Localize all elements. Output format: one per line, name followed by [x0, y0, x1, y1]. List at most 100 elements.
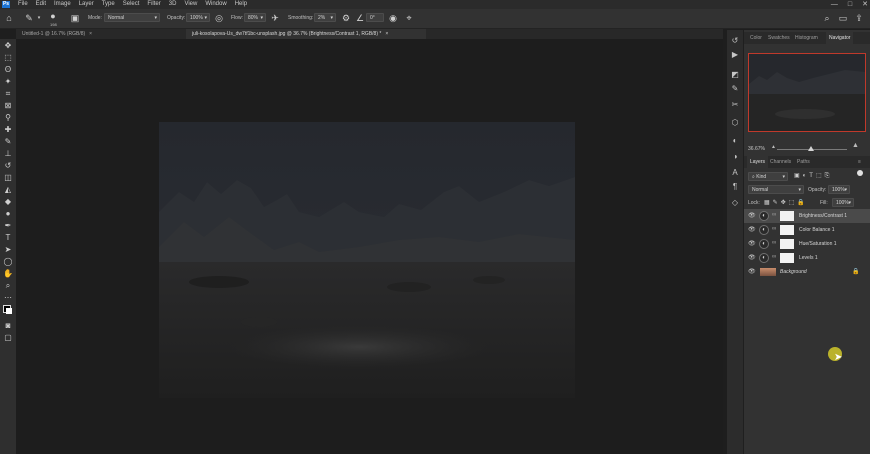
pressure-opacity-icon[interactable]: ◎	[214, 13, 224, 23]
quick-select-tool-icon[interactable]: ✦	[3, 77, 13, 87]
menu-window[interactable]: Window	[201, 0, 230, 9]
tab-paths[interactable]: Paths	[797, 156, 810, 168]
move-tool-icon[interactable]: ✥	[3, 41, 13, 51]
brush-preset-picker[interactable]: ●	[48, 11, 58, 21]
brush-settings-icon[interactable]: ▣	[70, 13, 80, 23]
menu-image[interactable]: Image	[50, 0, 75, 9]
adjustments-icon[interactable]: ◩	[730, 70, 740, 80]
path-select-tool-icon[interactable]: ➤	[3, 245, 13, 255]
history-icon[interactable]: ↺	[730, 36, 740, 46]
opacity-field[interactable]: 100% ▾	[186, 13, 210, 22]
smoothing-field[interactable]: 2% ▾	[314, 13, 336, 22]
paint-bucket-tool-icon[interactable]: ◭	[3, 185, 13, 195]
airbrush-icon[interactable]: ✈	[270, 13, 280, 23]
zoom-tool-icon[interactable]: ⌕	[3, 281, 13, 291]
navigator-zoom-value[interactable]: 36.67%	[748, 146, 765, 152]
brush-tool-icon[interactable]: ✎	[24, 13, 34, 23]
tab-color[interactable]: Color	[750, 32, 762, 44]
tab-document-2[interactable]: juli-kosolapova-Us_dw7tf1bc-unsplash.jpg…	[186, 29, 426, 39]
flow-field[interactable]: 80% ▾	[244, 13, 266, 22]
screen-mode-icon[interactable]: ▢	[3, 333, 13, 343]
blend-mode-select[interactable]: Normal ▾	[748, 185, 804, 194]
workspace-icon[interactable]: ▭	[838, 13, 848, 23]
tab-layers[interactable]: Layers	[747, 156, 769, 168]
layer-brightness-contrast[interactable]: 👁 ◐ ∞ Brightness/Contrast 1	[744, 209, 870, 223]
mode-select[interactable]: Normal ▾	[104, 13, 160, 22]
menu-select[interactable]: Select	[119, 0, 144, 9]
link-chain-icon[interactable]: ∞	[772, 240, 776, 246]
lasso-tool-icon[interactable]: ʘ	[3, 65, 13, 75]
menu-layer[interactable]: Layer	[75, 0, 98, 9]
actions-icon[interactable]: ▶	[730, 50, 740, 60]
marquee-tool-icon[interactable]: ⬚	[3, 53, 13, 63]
visibility-eye-icon[interactable]: 👁	[748, 226, 756, 234]
clone-stamp-tool-icon[interactable]: ⊥	[3, 149, 13, 159]
layer-filter-kind-select[interactable]: ⌕ Kind ▾	[748, 172, 788, 181]
foreground-background-color-icon[interactable]	[3, 305, 13, 315]
tab-swatches[interactable]: Swatches	[768, 32, 790, 44]
maximize-button[interactable]: □	[848, 0, 852, 9]
3d-icon[interactable]: ⬡	[730, 118, 740, 128]
menu-3d[interactable]: 3D	[165, 0, 181, 9]
zoom-out-icon[interactable]: ▲	[771, 144, 776, 150]
layer-name[interactable]: Background	[780, 265, 807, 279]
navigator-slider-handle[interactable]	[808, 146, 814, 151]
lock-icons[interactable]: ▦✎✥⬚🔒	[764, 199, 808, 206]
layer-name[interactable]: Hue/Saturation 1	[799, 237, 837, 251]
menu-help[interactable]: Help	[231, 0, 251, 9]
share-icon[interactable]: ⇪	[854, 13, 864, 23]
brush-settings-icon[interactable]: ✎	[730, 84, 740, 94]
paragraph-icon[interactable]: ¶	[730, 182, 740, 192]
menu-edit[interactable]: Edit	[32, 0, 50, 9]
layer-filter-icons[interactable]: ▣◐T⬚⎘	[794, 172, 832, 180]
link-chain-icon[interactable]: ∞	[772, 226, 776, 232]
layer-color-balance[interactable]: 👁 ◐ ∞ Color Balance 1	[744, 223, 870, 237]
layer-background[interactable]: 👁 Background 🔒	[744, 265, 870, 279]
quick-mask-icon[interactable]: ◙	[3, 321, 13, 331]
hand-tool-icon[interactable]: ✋	[3, 269, 13, 279]
crop-tool-icon[interactable]: ⌗	[3, 89, 13, 99]
menu-filter[interactable]: Filter	[143, 0, 164, 9]
layer-levels[interactable]: 👁 ◐ ∞ Levels 1	[744, 251, 870, 265]
visibility-eye-icon[interactable]: 👁	[748, 268, 756, 276]
layer-mask-thumbnail[interactable]	[780, 211, 794, 221]
brush-tool-icon[interactable]: ✎	[3, 137, 13, 147]
link-chain-icon[interactable]: ∞	[772, 212, 776, 218]
healing-brush-tool-icon[interactable]: ✚	[3, 125, 13, 135]
more-tools-icon[interactable]: ⋯	[3, 293, 13, 303]
visibility-eye-icon[interactable]: 👁	[748, 254, 756, 262]
styles-icon[interactable]: ◐	[730, 136, 740, 146]
gear-icon[interactable]: ⚙	[341, 13, 351, 23]
layer-name[interactable]: Brightness/Contrast 1	[799, 209, 847, 223]
tool-presets-icon[interactable]: ✂	[730, 100, 740, 110]
layer-thumbnail[interactable]	[760, 268, 776, 276]
eyedropper-tool-icon[interactable]: ⚲	[3, 113, 13, 123]
chevron-down-icon[interactable]: ▾	[34, 13, 44, 23]
layer-comps-icon[interactable]: ◇	[730, 198, 740, 208]
menu-file[interactable]: File	[14, 0, 32, 9]
minimize-button[interactable]: —	[831, 0, 838, 9]
document-image[interactable]	[159, 122, 575, 398]
home-icon[interactable]: ⌂	[4, 13, 14, 23]
navigator-thumbnail[interactable]	[748, 53, 866, 132]
zoom-in-icon[interactable]: ▲	[852, 142, 859, 149]
menu-view[interactable]: View	[180, 0, 201, 9]
visibility-eye-icon[interactable]: 👁	[748, 212, 756, 220]
tab-document-1[interactable]: Untitled-1 @ 16.7% (RGB/8) ×	[16, 29, 186, 39]
close-tab-icon[interactable]: ×	[385, 31, 388, 37]
layer-mask-thumbnail[interactable]	[780, 253, 794, 263]
ellipse-tool-icon[interactable]: ◯	[3, 257, 13, 267]
dodge-tool-icon[interactable]: ●	[3, 209, 13, 219]
layer-name[interactable]: Color Balance 1	[799, 223, 835, 237]
panel-menu-icon[interactable]: ≡	[858, 156, 861, 168]
layer-mask-thumbnail[interactable]	[780, 239, 794, 249]
history-brush-tool-icon[interactable]: ↺	[3, 161, 13, 171]
lock-icon[interactable]: 🔒	[852, 268, 859, 275]
symmetry-icon[interactable]: ⌖	[404, 13, 414, 23]
link-chain-icon[interactable]: ∞	[772, 254, 776, 260]
color-icon[interactable]: ◑	[730, 152, 740, 162]
tab-histogram[interactable]: Histogram	[795, 32, 818, 44]
visibility-eye-icon[interactable]: 👁	[748, 240, 756, 248]
layer-name[interactable]: Levels 1	[799, 251, 818, 265]
close-window-button[interactable]: ✕	[862, 0, 868, 9]
